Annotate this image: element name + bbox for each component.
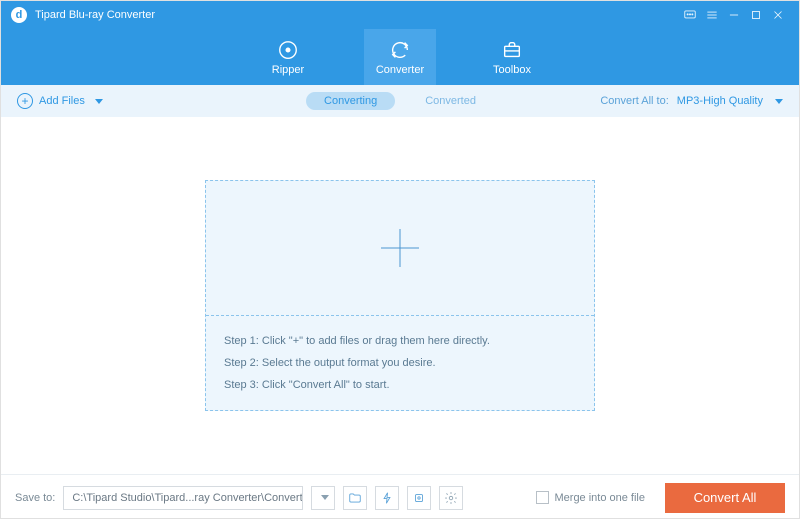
chevron-down-icon <box>321 495 329 500</box>
save-path-dropdown[interactable] <box>311 486 335 510</box>
merge-label: Merge into one file <box>555 492 646 504</box>
main-nav: Ripper Converter Toolbox <box>1 29 799 85</box>
step-text: Step 2: Select the output format you des… <box>224 352 576 374</box>
titlebar: d Tipard Blu-ray Converter <box>1 1 799 29</box>
maximize-button[interactable] <box>745 4 767 26</box>
plus-circle-icon: + <box>17 93 33 109</box>
chevron-down-icon[interactable] <box>775 99 783 104</box>
dropzone: Step 1: Click "+" to add files or drag t… <box>205 180 595 411</box>
nav-converter-label: Converter <box>376 64 424 76</box>
instructions: Step 1: Click "+" to add files or drag t… <box>206 316 594 410</box>
merge-checkbox[interactable] <box>536 491 549 504</box>
save-to-label: Save to: <box>15 492 55 504</box>
add-files-dropzone[interactable] <box>206 181 594 316</box>
nav-converter[interactable]: Converter <box>364 29 436 85</box>
settings-button[interactable] <box>439 486 463 510</box>
output-format-select[interactable]: MP3-High Quality <box>677 95 763 107</box>
hw-accel-button[interactable] <box>375 486 399 510</box>
converter-icon <box>389 39 411 61</box>
chevron-down-icon <box>95 99 103 104</box>
merge-checkbox-group[interactable]: Merge into one file <box>536 491 646 504</box>
add-files-label: Add Files <box>39 95 85 107</box>
app-logo-icon: d <box>11 7 27 23</box>
content-area: Step 1: Click "+" to add files or drag t… <box>1 117 799 474</box>
step-text: Step 3: Click "Convert All" to start. <box>224 374 576 396</box>
tab-converted[interactable]: Converted <box>407 92 494 110</box>
feedback-icon[interactable] <box>679 4 701 26</box>
toolbox-icon <box>501 39 523 61</box>
convert-all-to-label: Convert All to: <box>600 95 668 107</box>
close-button[interactable] <box>767 4 789 26</box>
save-path-input[interactable]: C:\Tipard Studio\Tipard...ray Converter\… <box>63 486 303 510</box>
open-folder-button[interactable] <box>343 486 367 510</box>
minimize-button[interactable] <box>723 4 745 26</box>
menu-icon[interactable] <box>701 4 723 26</box>
plus-icon <box>381 229 419 267</box>
step-text: Step 1: Click "+" to add files or drag t… <box>224 330 576 352</box>
convert-all-button[interactable]: Convert All <box>665 483 785 513</box>
nav-toolbox[interactable]: Toolbox <box>476 29 548 85</box>
nav-ripper-label: Ripper <box>272 64 304 76</box>
app-title: Tipard Blu-ray Converter <box>35 9 155 21</box>
nav-toolbox-label: Toolbox <box>493 64 531 76</box>
ripper-icon <box>277 39 299 61</box>
add-files-button[interactable]: + Add Files <box>17 93 103 109</box>
gpu-button[interactable] <box>407 486 431 510</box>
toolbar: + Add Files Converting Converted Convert… <box>1 85 799 117</box>
tab-converting[interactable]: Converting <box>306 92 395 110</box>
nav-ripper[interactable]: Ripper <box>252 29 324 85</box>
footer: Save to: C:\Tipard Studio\Tipard...ray C… <box>1 474 799 520</box>
